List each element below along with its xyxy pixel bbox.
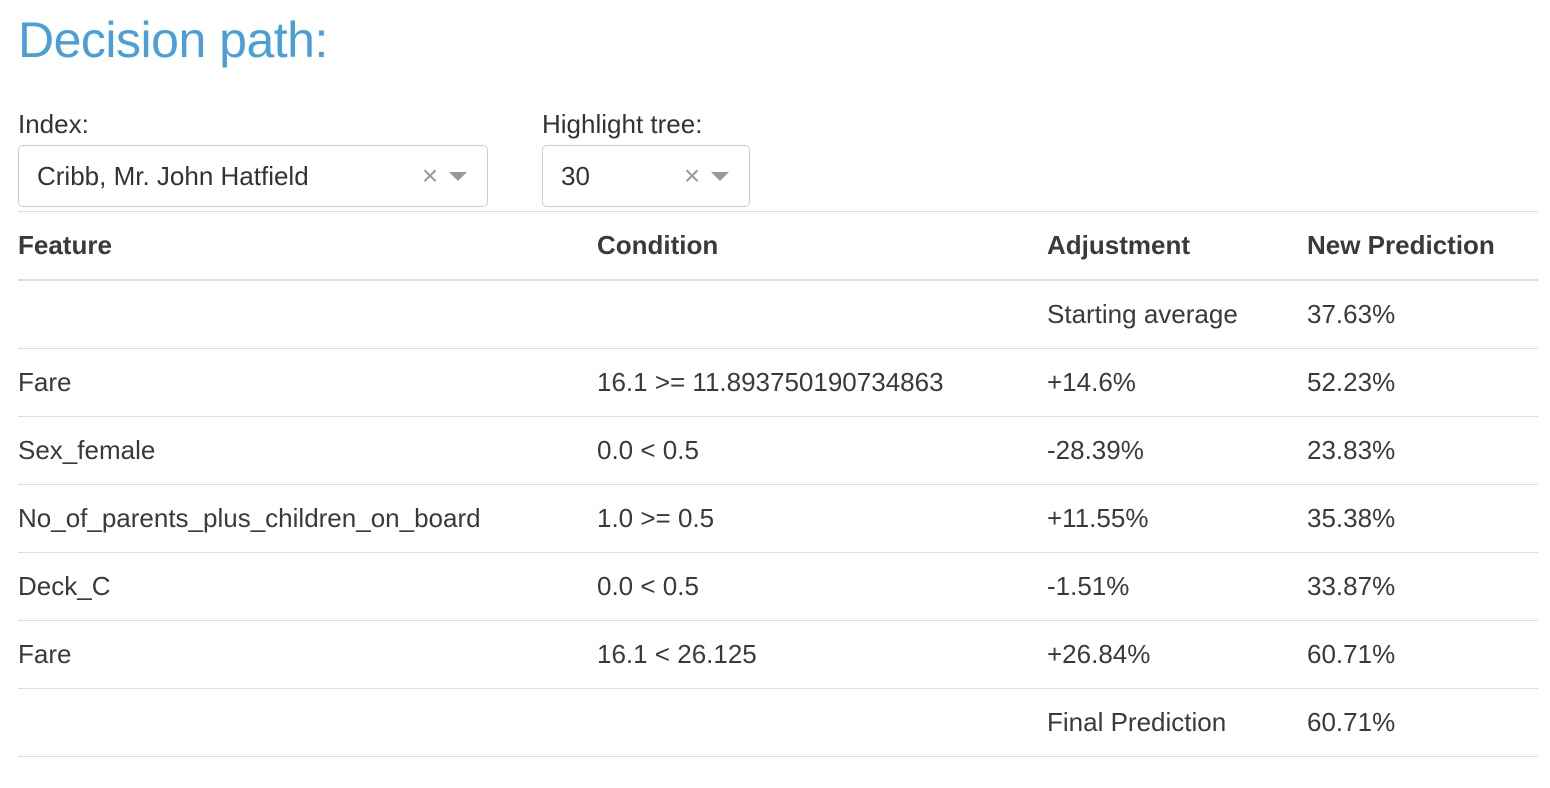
cell-feature: Deck_C <box>18 552 597 621</box>
cell-feature <box>18 688 597 757</box>
page-title: Decision path: <box>18 12 328 68</box>
highlight-tree-label: Highlight tree: <box>542 109 703 139</box>
highlight-tree-select[interactable]: 30 × <box>542 145 750 207</box>
cell-condition <box>597 280 1047 349</box>
table-header-row: Feature Condition Adjustment New Predict… <box>18 211 1538 281</box>
cell-prediction: 35.38% <box>1307 484 1538 553</box>
cell-prediction: 37.63% <box>1307 280 1538 349</box>
cell-feature: No_of_parents_plus_children_on_board <box>18 484 597 553</box>
cell-prediction: 23.83% <box>1307 416 1538 485</box>
cell-condition: 0.0 < 0.5 <box>597 416 1047 485</box>
table-row: Fare 16.1 >= 11.893750190734863 +14.6% 5… <box>18 348 1538 417</box>
cell-adjustment: Starting average <box>1047 280 1307 349</box>
chevron-down-icon[interactable] <box>449 171 467 181</box>
cell-condition <box>597 688 1047 757</box>
table-row: Final Prediction 60.71% <box>18 688 1538 757</box>
decision-path-table: Feature Condition Adjustment New Predict… <box>18 211 1538 757</box>
chevron-down-icon[interactable] <box>711 171 729 181</box>
clear-icon[interactable]: × <box>679 162 705 190</box>
index-select-value: Cribb, Mr. John Hatfield <box>37 160 309 191</box>
cell-condition: 16.1 >= 11.893750190734863 <box>597 348 1047 417</box>
index-label: Index: <box>18 109 89 139</box>
index-select[interactable]: Cribb, Mr. John Hatfield × <box>18 145 488 207</box>
column-header-new-prediction: New Prediction <box>1307 211 1538 281</box>
column-header-feature: Feature <box>18 211 597 281</box>
cell-condition: 16.1 < 26.125 <box>597 620 1047 689</box>
column-header-adjustment: Adjustment <box>1047 211 1307 281</box>
cell-feature: Sex_female <box>18 416 597 485</box>
highlight-tree-select-value: 30 <box>561 160 590 191</box>
cell-feature <box>18 280 597 349</box>
table-row: Sex_female 0.0 < 0.5 -28.39% 23.83% <box>18 416 1538 485</box>
cell-adjustment: -1.51% <box>1047 552 1307 621</box>
decision-path-panel: Decision path: Index: Cribb, Mr. John Ha… <box>0 0 1550 788</box>
column-header-condition: Condition <box>597 211 1047 281</box>
cell-adjustment: Final Prediction <box>1047 688 1307 757</box>
cell-prediction: 60.71% <box>1307 688 1538 757</box>
cell-feature: Fare <box>18 348 597 417</box>
table-row: Deck_C 0.0 < 0.5 -1.51% 33.87% <box>18 552 1538 621</box>
cell-prediction: 60.71% <box>1307 620 1538 689</box>
clear-icon[interactable]: × <box>417 162 443 190</box>
cell-prediction: 33.87% <box>1307 552 1538 621</box>
cell-condition: 1.0 >= 0.5 <box>597 484 1047 553</box>
cell-adjustment: -28.39% <box>1047 416 1307 485</box>
cell-adjustment: +14.6% <box>1047 348 1307 417</box>
table-row: No_of_parents_plus_children_on_board 1.0… <box>18 484 1538 553</box>
table-row: Starting average 37.63% <box>18 280 1538 349</box>
cell-adjustment: +26.84% <box>1047 620 1307 689</box>
cell-prediction: 52.23% <box>1307 348 1538 417</box>
cell-adjustment: +11.55% <box>1047 484 1307 553</box>
cell-feature: Fare <box>18 620 597 689</box>
cell-condition: 0.0 < 0.5 <box>597 552 1047 621</box>
table-row: Fare 16.1 < 26.125 +26.84% 60.71% <box>18 620 1538 689</box>
